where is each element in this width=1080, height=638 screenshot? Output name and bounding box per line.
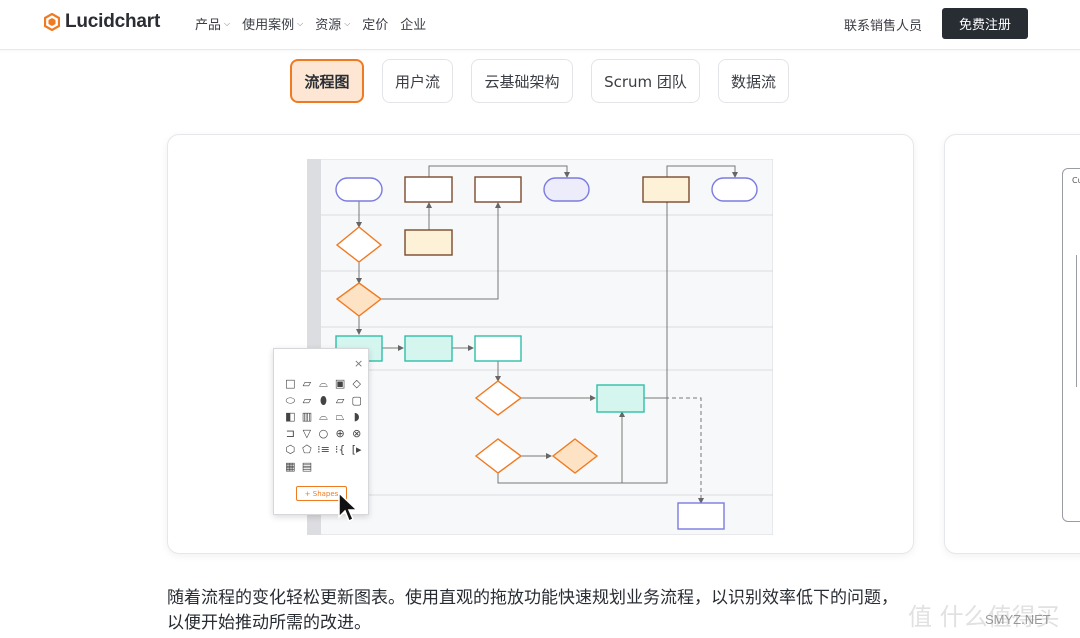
diagram-preview-line	[1076, 255, 1077, 387]
chevron-down-icon: ⌵	[344, 18, 351, 28]
close-icon[interactable]: ×	[354, 357, 363, 370]
next-diagram-card[interactable]: Cu	[944, 134, 1080, 554]
shape-library-item[interactable]: ⁝≡	[315, 442, 332, 459]
shape-library-item[interactable]: ▥	[299, 409, 316, 426]
menu-item-pricing[interactable]: 定价	[362, 14, 388, 33]
mouse-pointer-icon	[338, 492, 358, 523]
flow-process-box[interactable]	[474, 176, 522, 203]
menu-item-enterprise[interactable]: 企业	[400, 14, 426, 33]
shape-library-item[interactable]: ⏥	[299, 393, 316, 410]
flow-process-box[interactable]	[404, 176, 453, 203]
menu-item-resources[interactable]: 资源 ⌵	[315, 14, 350, 33]
contact-sales-link[interactable]: 联系销售人员	[844, 15, 922, 34]
shape-library-item[interactable]: ⬭	[282, 393, 299, 410]
shape-library-item[interactable]: ⬮	[315, 393, 332, 410]
tab-scrum-team[interactable]: Scrum 团队	[591, 59, 700, 103]
flow-process-box[interactable]	[677, 502, 725, 530]
shape-library-item[interactable]: ▦	[282, 459, 299, 476]
shape-library-item[interactable]: ⊕	[332, 426, 349, 443]
flowchart-diagram	[307, 159, 773, 535]
shape-library-item[interactable]: ▣	[332, 376, 349, 393]
chevron-down-icon: ⌵	[224, 18, 231, 28]
shape-library-item[interactable]: ⊗	[348, 426, 365, 443]
brand-name: Lucidchart	[65, 11, 161, 32]
tab-cloud-infrastructure[interactable]: 云基础架构	[471, 59, 573, 103]
shape-library-item[interactable]: ◗	[348, 409, 365, 426]
lucidchart-logo[interactable]: Lucidchart	[44, 10, 160, 34]
flow-process-box[interactable]	[474, 335, 522, 362]
diagram-preview-frame	[1062, 168, 1080, 522]
shape-library-item[interactable]: ▱	[299, 376, 316, 393]
shape-library-item[interactable]: ◧	[282, 409, 299, 426]
shape-library-item[interactable]: ⁝{	[332, 442, 349, 459]
shapes-panel: × □ ▱ ⌓ ▣ ◇ ⬭ ⏥ ⬮ ▱ ▢ ◧ ▥ ⌓ ⏢ ◗ ⊐ ▽ ○ ⊕ ⊗ ⬡ ⬠ ⁝≡ ⁝{[▸ ▦ ▤ + Shape…	[273, 348, 369, 515]
tab-data-flow[interactable]: 数据流	[718, 59, 789, 103]
flow-process-box[interactable]	[404, 229, 453, 256]
flow-process-box[interactable]	[404, 335, 453, 362]
shape-library-item[interactable]: [▸	[348, 442, 365, 459]
shape-library-grid: □ ▱ ⌓ ▣ ◇ ⬭ ⏥ ⬮ ▱ ▢ ◧ ▥ ⌓ ⏢ ◗ ⊐ ▽ ○ ⊕ ⊗ ⬡ ⬠ ⁝≡ ⁝{[▸ ▦ ▤	[282, 376, 366, 476]
chevron-down-icon: ⌵	[297, 18, 304, 28]
shape-library-item[interactable]: □	[282, 376, 299, 393]
watermark-text: SMYZ.NET	[985, 612, 1051, 627]
flow-process-box[interactable]	[596, 384, 645, 413]
shape-library-item[interactable]: ▱	[332, 393, 349, 410]
shape-library-item[interactable]: ⊐	[282, 426, 299, 443]
shape-library-item[interactable]: ⬠	[299, 442, 316, 459]
flow-process-box[interactable]	[642, 176, 690, 203]
diagram-preview-label: Cu	[1072, 176, 1080, 185]
shape-library-item[interactable]: ⌓	[315, 409, 332, 426]
main-menu: 产品 ⌵ 使用案例 ⌵ 资源 ⌵ 定价 企业	[195, 14, 438, 33]
menu-item-products[interactable]: 产品 ⌵	[195, 14, 230, 33]
flow-terminator[interactable]	[543, 177, 590, 202]
shape-library-item[interactable]: ⌓	[315, 376, 332, 393]
top-navbar: Lucidchart 产品 ⌵ 使用案例 ⌵ 资源 ⌵ 定价 企业 联系销售人员 免费…	[0, 0, 1080, 50]
feature-description: 随着流程的变化轻松更新图表。使用直观的拖放功能快速规划业务流程，以识别效率低下的…	[167, 588, 898, 633]
use-case-tabs: 流程图 用户流 云基础架构 Scrum 团队 数据流	[290, 59, 807, 103]
shape-library-item[interactable]: ▤	[299, 459, 316, 476]
menu-item-use-cases[interactable]: 使用案例 ⌵	[242, 14, 303, 33]
tab-user-flow[interactable]: 用户流	[382, 59, 453, 103]
signup-button[interactable]: 免费注册	[942, 8, 1028, 39]
shape-library-item[interactable]: ▢	[348, 393, 365, 410]
shape-library-item[interactable]: ⬡	[282, 442, 299, 459]
shape-library-item[interactable]: ○	[315, 426, 332, 443]
flow-terminator-end[interactable]	[711, 177, 758, 202]
lucidchart-logo-icon	[44, 13, 60, 31]
flow-terminator-start[interactable]	[335, 177, 383, 202]
shape-library-item[interactable]: ⏢	[332, 409, 349, 426]
tab-flowchart[interactable]: 流程图	[290, 59, 364, 103]
shape-library-item[interactable]: ◇	[348, 376, 365, 393]
shape-library-item[interactable]: ▽	[299, 426, 316, 443]
